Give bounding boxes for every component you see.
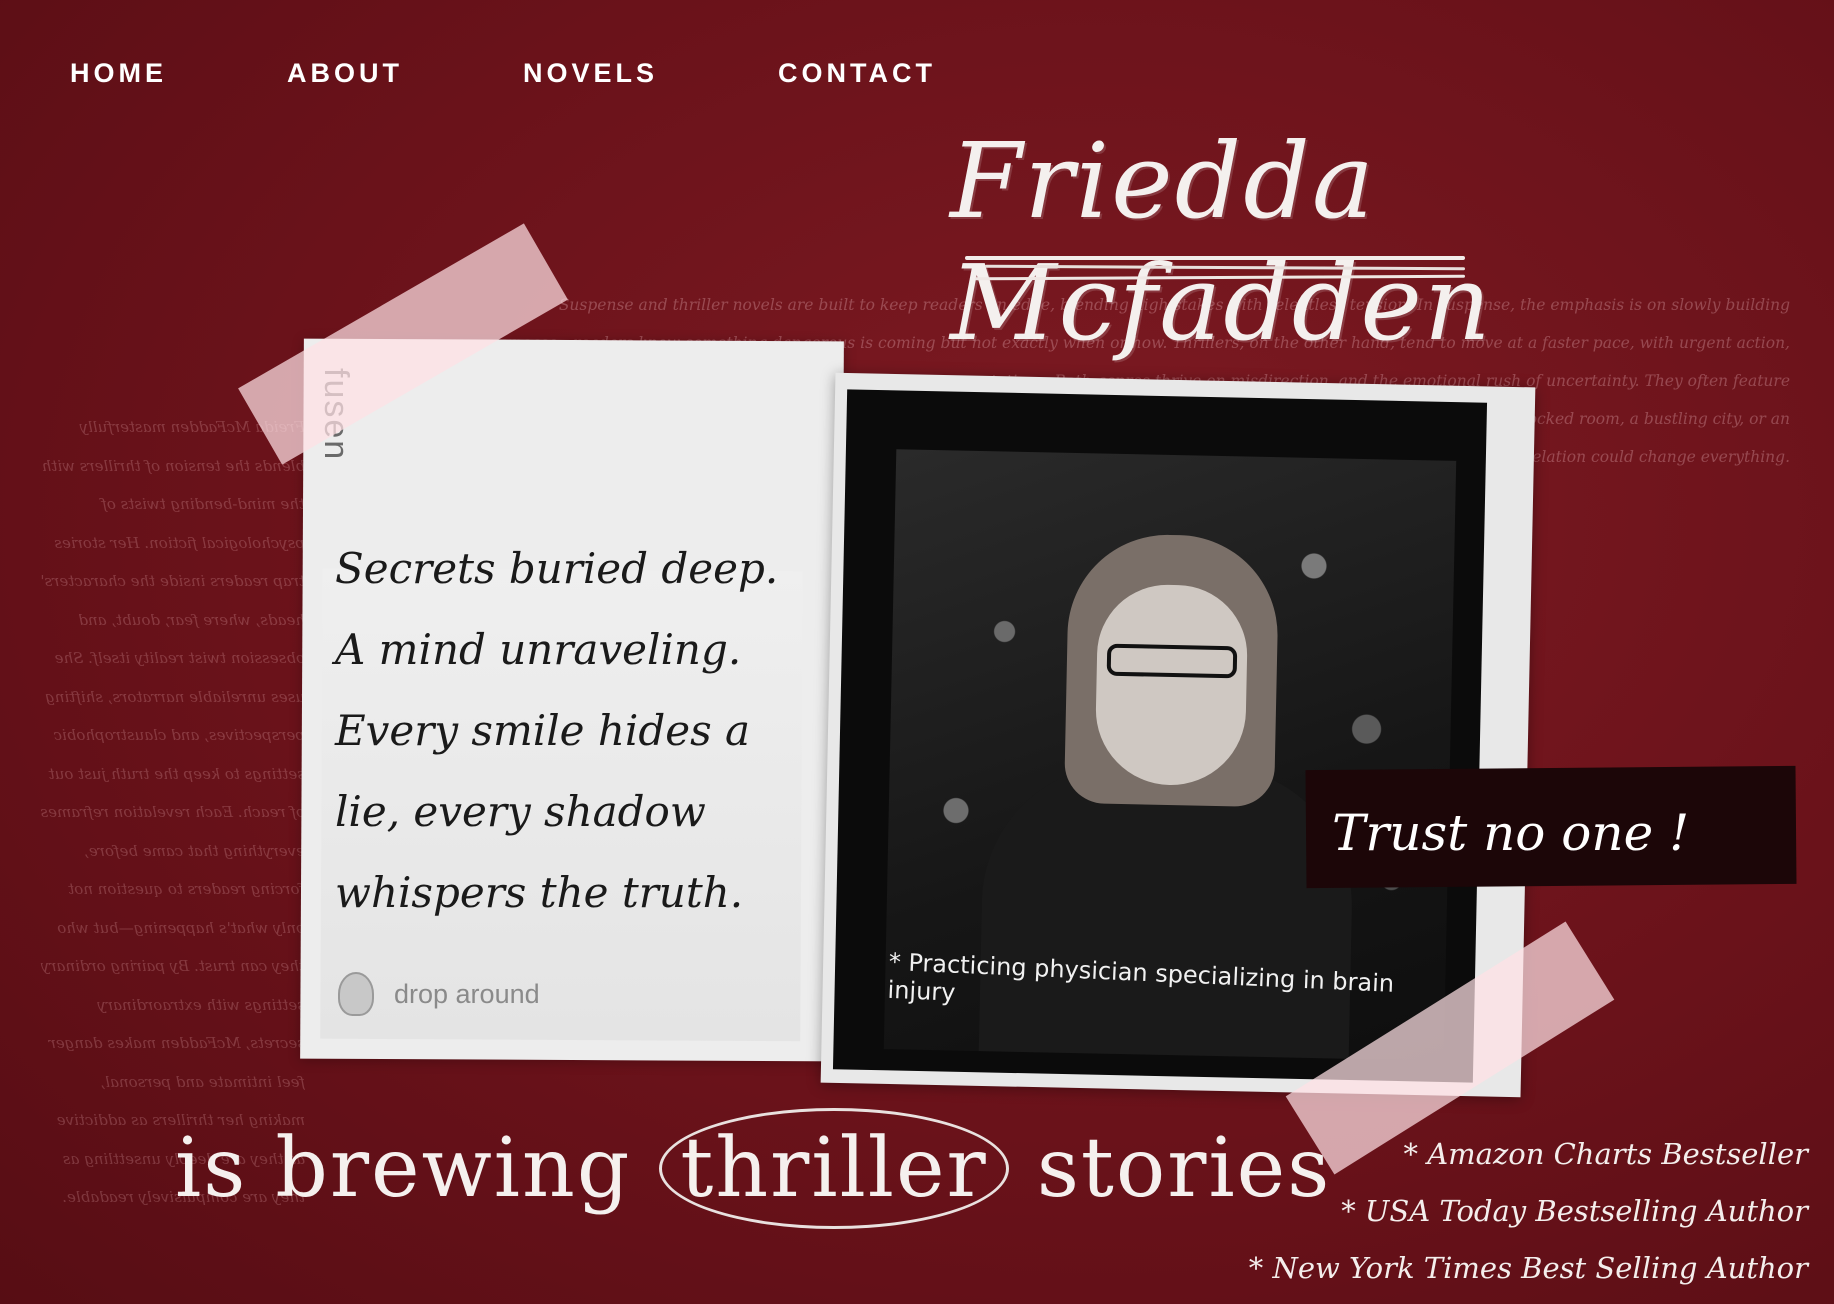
name-underline: [965, 256, 1465, 260]
nav-about[interactable]: ABOUT: [287, 58, 403, 89]
poem-line: A mind unraveling.: [335, 625, 742, 674]
credential-item: * Amazon Charts Bestseller: [1403, 1137, 1809, 1171]
tagline: is brewing thriller stories: [175, 1108, 1331, 1229]
glasses-icon: [1106, 643, 1238, 679]
credential-item: * New York Times Best Selling Author: [1248, 1251, 1808, 1285]
tagline-before: is brewing: [175, 1121, 632, 1216]
credential-item: * USA Today Bestselling Author: [1341, 1194, 1808, 1228]
poem-line: whispers the truth.: [335, 868, 744, 917]
portrait-face: [1094, 583, 1249, 787]
note-poem: Secrets buried deep. A mind unraveling. …: [335, 528, 805, 933]
note-footer: drop around: [338, 972, 540, 1016]
tagline-highlight: thriller: [659, 1108, 1009, 1229]
nav-novels[interactable]: NOVELS: [523, 58, 658, 89]
trust-line: Trust no one !: [1332, 804, 1690, 862]
note-footer-text: drop around: [394, 978, 540, 1009]
main-nav: HOME ABOUT NOVELS CONTACT: [70, 58, 936, 89]
nav-home[interactable]: HOME: [70, 58, 167, 89]
nav-contact[interactable]: CONTACT: [778, 58, 936, 89]
poem-line: lie, every shadow: [335, 787, 706, 836]
poem-line: Every smile hides a: [335, 706, 751, 755]
credentials-list: * Amazon Charts Bestseller * USA Today B…: [1249, 1126, 1808, 1297]
poem-line: Secrets buried deep.: [335, 544, 779, 593]
author-name: Friedda Mcfadden: [950, 120, 1493, 364]
bulb-icon: [338, 972, 374, 1016]
